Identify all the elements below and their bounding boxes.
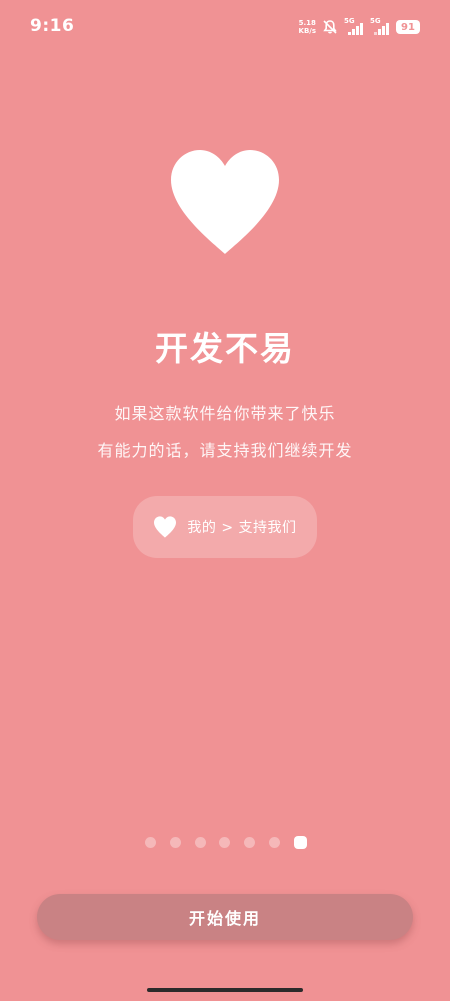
page-indicator	[145, 836, 307, 849]
heart-icon	[171, 150, 279, 254]
support-hint-text: 我的 > 支持我们	[187, 520, 297, 536]
status-icons: 5.18 KB/s 5G 5G 91	[299, 17, 420, 37]
description-line-1: 如果这款软件给你带来了快乐	[114, 404, 336, 423]
page-dot[interactable]	[269, 837, 281, 848]
battery-icon: 91	[396, 20, 420, 34]
page-dot-active[interactable]	[293, 836, 307, 849]
start-button[interactable]: 开始使用	[37, 894, 413, 940]
page-dot[interactable]	[145, 837, 156, 848]
status-bar: 9:16 5.18 KB/s 5G 5G 91	[0, 0, 450, 54]
home-indicator[interactable]	[147, 988, 303, 992]
battery-level: 91	[401, 21, 415, 33]
page-dot[interactable]	[219, 837, 231, 848]
signal-1: 5G	[344, 17, 364, 35]
start-button-label: 开始使用	[188, 909, 261, 928]
heart-icon	[154, 516, 177, 538]
signal-2: 5G	[370, 17, 390, 35]
page-dot[interactable]	[194, 837, 206, 848]
signal-icon	[348, 23, 363, 35]
page-dot[interactable]	[169, 837, 181, 848]
support-hint-pill: 我的 > 支持我们	[133, 496, 317, 558]
mute-bell-icon	[323, 20, 337, 34]
network-speed-unit: KB/s	[298, 27, 316, 35]
status-time: 9:16	[30, 16, 75, 36]
signal-icon	[374, 23, 389, 35]
page-title: 开发不易	[155, 329, 295, 368]
network-speed-value: 5.18	[298, 19, 316, 27]
network-speed: 5.18 KB/s	[299, 19, 316, 35]
description-line-2: 有能力的话，请支持我们继续开发	[97, 441, 353, 460]
page-dot[interactable]	[244, 837, 256, 848]
